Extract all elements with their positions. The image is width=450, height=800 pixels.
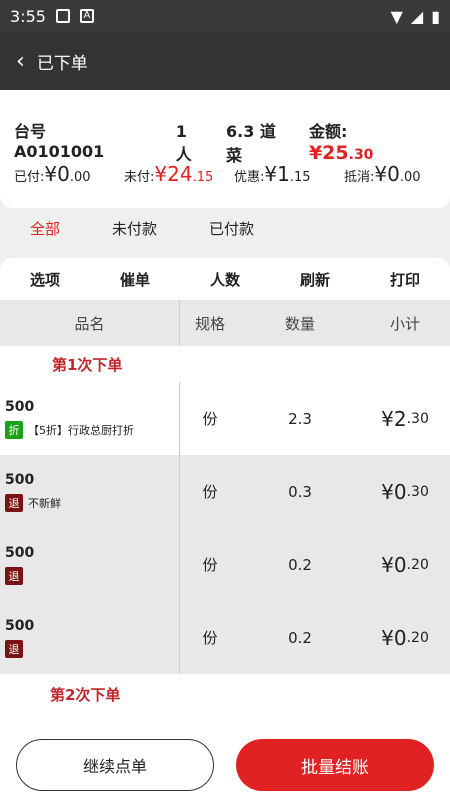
item-subtotal: ¥0.20 — [360, 528, 450, 601]
item-qty: 0.2 — [288, 555, 312, 574]
unpaid-value: ¥24 — [154, 162, 193, 186]
paid-label: 已付: — [14, 170, 45, 185]
table-label: 台号 — [14, 122, 47, 141]
item-qty: 0.2 — [288, 628, 312, 647]
action-bar: 选项 催单 人数 刷新 打印 — [0, 258, 450, 300]
refresh-button[interactable]: 刷新 — [270, 269, 360, 290]
item-name: 500 — [5, 471, 35, 488]
refund-tag-icon: 退 — [5, 566, 23, 585]
amount-label: 金额: — [308, 122, 348, 141]
amount: 金额:¥25.30 — [309, 118, 432, 164]
table-header: 品名 规格 数量 小计 — [0, 300, 450, 346]
unpaid-label: 未付: — [124, 170, 155, 185]
table-number: A0101001 — [14, 142, 105, 161]
item-qty: 0.3 — [288, 482, 312, 501]
item-unit: 份 — [202, 629, 218, 647]
tab-paid[interactable]: 已付款 — [209, 218, 254, 248]
continue-order-button[interactable]: 继续点单 — [16, 739, 214, 791]
paid-amount: 已付: ¥0.00 — [14, 162, 124, 186]
subtotal-decimal: .20 — [406, 556, 429, 573]
dish-count: 6.3 道菜 — [226, 122, 276, 165]
item-unit: 份 — [202, 556, 218, 574]
order-group-1-header: 第1次下单 — [0, 346, 450, 382]
discount-amount: 优惠: ¥1.15 — [234, 162, 344, 186]
item-note: 【5折】行政总厨打折 — [28, 423, 134, 437]
subtotal-value: ¥0 — [381, 479, 407, 504]
item-name: 500 — [5, 544, 35, 561]
subtotal-decimal: .30 — [406, 410, 429, 427]
status-bar: 3:55 A ▼ ◢ ▮ — [0, 0, 450, 32]
order-summary: 台号 A0101001 1 人 6.3 道菜 金额:¥25.30 已付: ¥0.0… — [0, 90, 450, 208]
filter-tabs: 全部 未付款 已付款 — [0, 218, 450, 248]
header-spec: 规格 — [194, 314, 225, 333]
refund-tag-icon: 退 — [5, 639, 23, 658]
bottom-bar: 继续点单 批量结账 — [0, 730, 450, 800]
unpaid-decimal: .15 — [192, 170, 214, 185]
item-subtotal: ¥2.30 — [360, 382, 450, 455]
notification-a-icon: A — [79, 9, 94, 23]
item-subtotal: ¥0.20 — [360, 601, 450, 674]
unpaid-amount: 未付: ¥24.15 — [124, 162, 234, 186]
rush-order-button[interactable]: 催单 — [90, 269, 180, 290]
item-subtotal: ¥0.30 — [360, 455, 450, 528]
header-name: 品名 — [0, 300, 180, 346]
discount-decimal: .15 — [289, 170, 311, 185]
item-note: 不新鲜 — [28, 496, 61, 510]
item-name: 500 — [5, 617, 35, 634]
subtotal-value: ¥0 — [381, 552, 407, 577]
subtotal-decimal: .20 — [406, 629, 429, 646]
print-button[interactable]: 打印 — [360, 269, 450, 290]
status-time: 3:55 — [10, 6, 46, 26]
battery-icon: ▮ — [431, 6, 440, 26]
subtotal-value: ¥0 — [381, 625, 407, 650]
people-button[interactable]: 人数 — [180, 269, 270, 290]
item-name: 500 — [5, 398, 35, 415]
subtotal-decimal: .30 — [406, 483, 429, 500]
wifi-icon: ▼ — [390, 6, 403, 26]
writeoff-decimal: .00 — [399, 170, 421, 185]
writeoff-value: ¥0 — [374, 162, 400, 186]
table-info: 台号 A0101001 — [14, 118, 158, 161]
table-row[interactable]: 500 折 【5折】行政总厨打折 份 2.3 ¥2.30 — [0, 382, 450, 455]
options-button[interactable]: 选项 — [0, 269, 90, 290]
paid-value: ¥0 — [44, 162, 70, 186]
order-group-2-header: 第2次下单 — [0, 674, 450, 714]
tab-unpaid[interactable]: 未付款 — [112, 218, 157, 248]
discount-value: ¥1 — [264, 162, 290, 186]
gallery-icon — [55, 9, 70, 23]
tab-all[interactable]: 全部 — [30, 218, 60, 248]
table-row[interactable]: 500 退 份 0.2 ¥0.20 — [0, 528, 450, 601]
partial-row — [0, 714, 450, 730]
batch-checkout-button[interactable]: 批量结账 — [236, 739, 434, 791]
paid-decimal: .00 — [69, 170, 91, 185]
page-title: 已下单 — [36, 53, 88, 74]
subtotal-value: ¥2 — [381, 406, 407, 431]
back-icon[interactable]: ‹ — [16, 49, 25, 74]
item-unit: 份 — [202, 483, 218, 501]
amount-value: ¥25 — [308, 142, 349, 164]
amount-decimal: .30 — [348, 147, 374, 163]
writeoff-amount: 抵消: ¥0.00 — [344, 162, 450, 186]
app-bar: ‹ 已下单 — [0, 32, 450, 90]
signal-icon: ◢ — [410, 6, 424, 26]
header-subtotal: 小计 — [389, 314, 420, 333]
discount-tag-icon: 折 — [5, 420, 23, 439]
table-row[interactable]: 500 退 份 0.2 ¥0.20 — [0, 601, 450, 674]
table-row[interactable]: 500 退 不新鲜 份 0.3 ¥0.30 — [0, 455, 450, 528]
writeoff-label: 抵消: — [344, 170, 375, 185]
item-qty: 2.3 — [288, 409, 312, 428]
people-count: 1 人 — [175, 122, 192, 164]
item-unit: 份 — [202, 410, 218, 428]
header-qty: 数量 — [284, 314, 315, 333]
refund-tag-icon: 退 — [5, 493, 23, 512]
discount-label: 优惠: — [234, 170, 265, 185]
